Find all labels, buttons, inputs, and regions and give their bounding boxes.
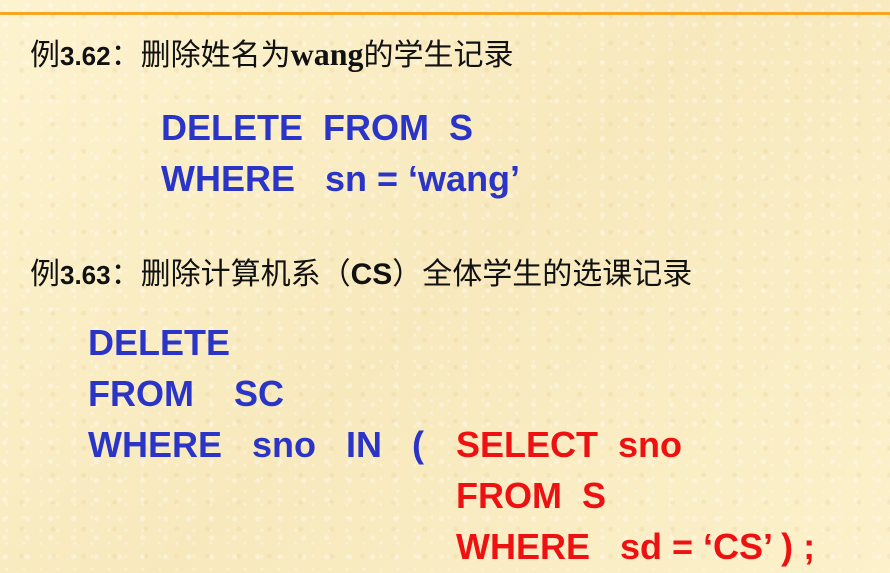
example-3-62-heading: 例3.62：删除姓名为wang的学生记录: [30, 38, 514, 71]
subquery-line-from: FROM S: [456, 475, 606, 516]
example-3-63-heading: 例3.63：删除计算机系（CS）全体学生的选课记录: [30, 260, 692, 290]
example-label: 例: [30, 38, 60, 73]
example-number: 3.62: [60, 41, 111, 71]
subquery-line-select: SELECT sno: [456, 424, 683, 465]
example-number: 3.63: [60, 260, 111, 290]
subquery-line-where: WHERE sd = ‘CS’ ) ;: [456, 526, 816, 567]
example-colon: ：: [110, 257, 141, 292]
example-description: 删除计算机系（: [140, 257, 351, 292]
example-keyword: wang: [290, 36, 364, 72]
example-description-end: 的学生记录: [363, 38, 514, 73]
example-description-end: ）全体学生的选课记录: [392, 257, 693, 292]
sql-line-delete: DELETE: [88, 322, 231, 363]
example-colon: ：: [110, 38, 141, 73]
sql-line-where: WHERE sn = ‘wang’: [161, 158, 521, 199]
top-accent-rule: [0, 12, 890, 15]
sql-line-from: FROM SC: [88, 373, 284, 414]
example-description: 删除姓名为: [140, 38, 291, 73]
example-label: 例: [30, 257, 60, 292]
sql-line-delete-from: DELETE FROM S: [161, 107, 474, 148]
example-keyword: CS: [350, 258, 393, 291]
sql-line-where-in: WHERE sno IN (: [88, 424, 425, 465]
